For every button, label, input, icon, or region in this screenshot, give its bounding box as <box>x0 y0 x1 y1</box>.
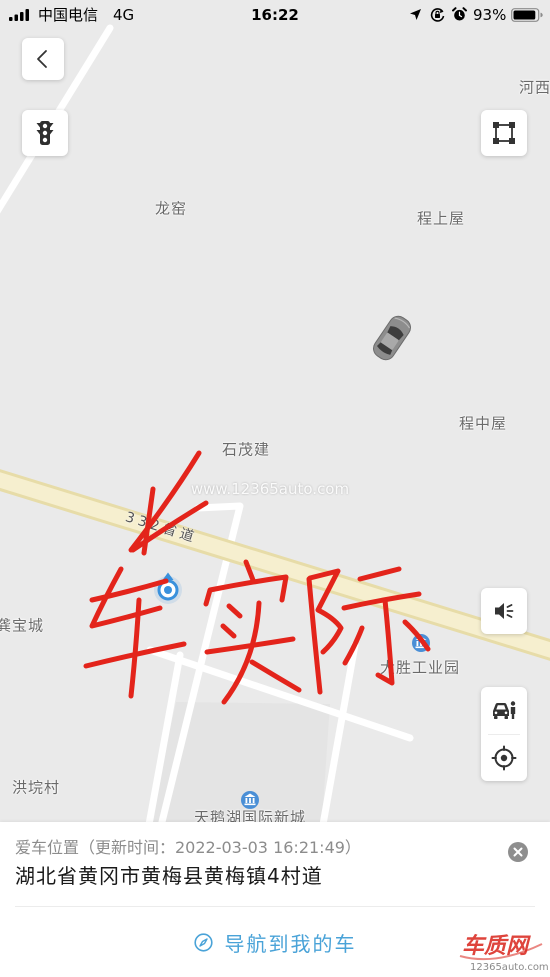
battery-percent: 93% <box>473 6 507 24</box>
close-circle-icon <box>508 842 528 862</box>
voice-button[interactable] <box>481 588 527 634</box>
clock: 16:22 <box>251 6 299 24</box>
car-location-panel: 爱车位置（更新时间：2022-03-03 16:21:49） 湖北省黄冈市黄梅县… <box>0 822 550 977</box>
overview-button[interactable] <box>481 110 527 156</box>
fit-view-icon <box>493 122 515 144</box>
speaker-icon <box>495 603 514 619</box>
car-person-icon <box>493 701 516 720</box>
map-view[interactable]: 河西 龙窑 程上屋 程中屋 石茂建 龚宝城 大胜工业园 洪垸村 天鹅湖国际新城 … <box>0 0 550 822</box>
status-bar: 中国电信 4G 16:22 93% <box>0 0 550 30</box>
traffic-toggle-button[interactable] <box>22 110 68 156</box>
crosshair-icon <box>491 745 517 771</box>
back-button[interactable] <box>22 38 64 80</box>
compass-icon <box>193 932 213 952</box>
map-control-group <box>481 687 527 781</box>
orientation-lock-icon <box>430 8 445 22</box>
chevron-left-icon <box>37 50 47 68</box>
handwritten-annotation <box>83 450 431 705</box>
battery-icon <box>511 8 543 22</box>
logo-name: 车质网 <box>462 934 529 959</box>
car-location-screen: 河西 龙窑 程上屋 程中屋 石茂建 龚宝城 大胜工业园 洪垸村 天鹅湖国际新城 … <box>0 0 550 977</box>
location-arrow-icon <box>410 9 421 20</box>
locate-me-button[interactable] <box>481 735 527 782</box>
find-car-button[interactable] <box>481 687 527 734</box>
alarm-clock-icon <box>452 7 467 21</box>
navigate-label: 导航到我的车 <box>224 931 357 956</box>
close-panel-button[interactable] <box>508 842 528 862</box>
chezhiwang-logo: 车质网 12365auto.com <box>456 930 549 976</box>
logo-site: 12365auto.com <box>470 962 549 973</box>
traffic-light-icon <box>36 121 54 145</box>
panel-divider <box>15 906 535 907</box>
car-address: 湖北省黄冈市黄梅县黄梅镇4村道 <box>15 864 323 888</box>
location-update-title: 爱车位置（更新时间：2022-03-03 16:21:49） <box>15 838 361 857</box>
